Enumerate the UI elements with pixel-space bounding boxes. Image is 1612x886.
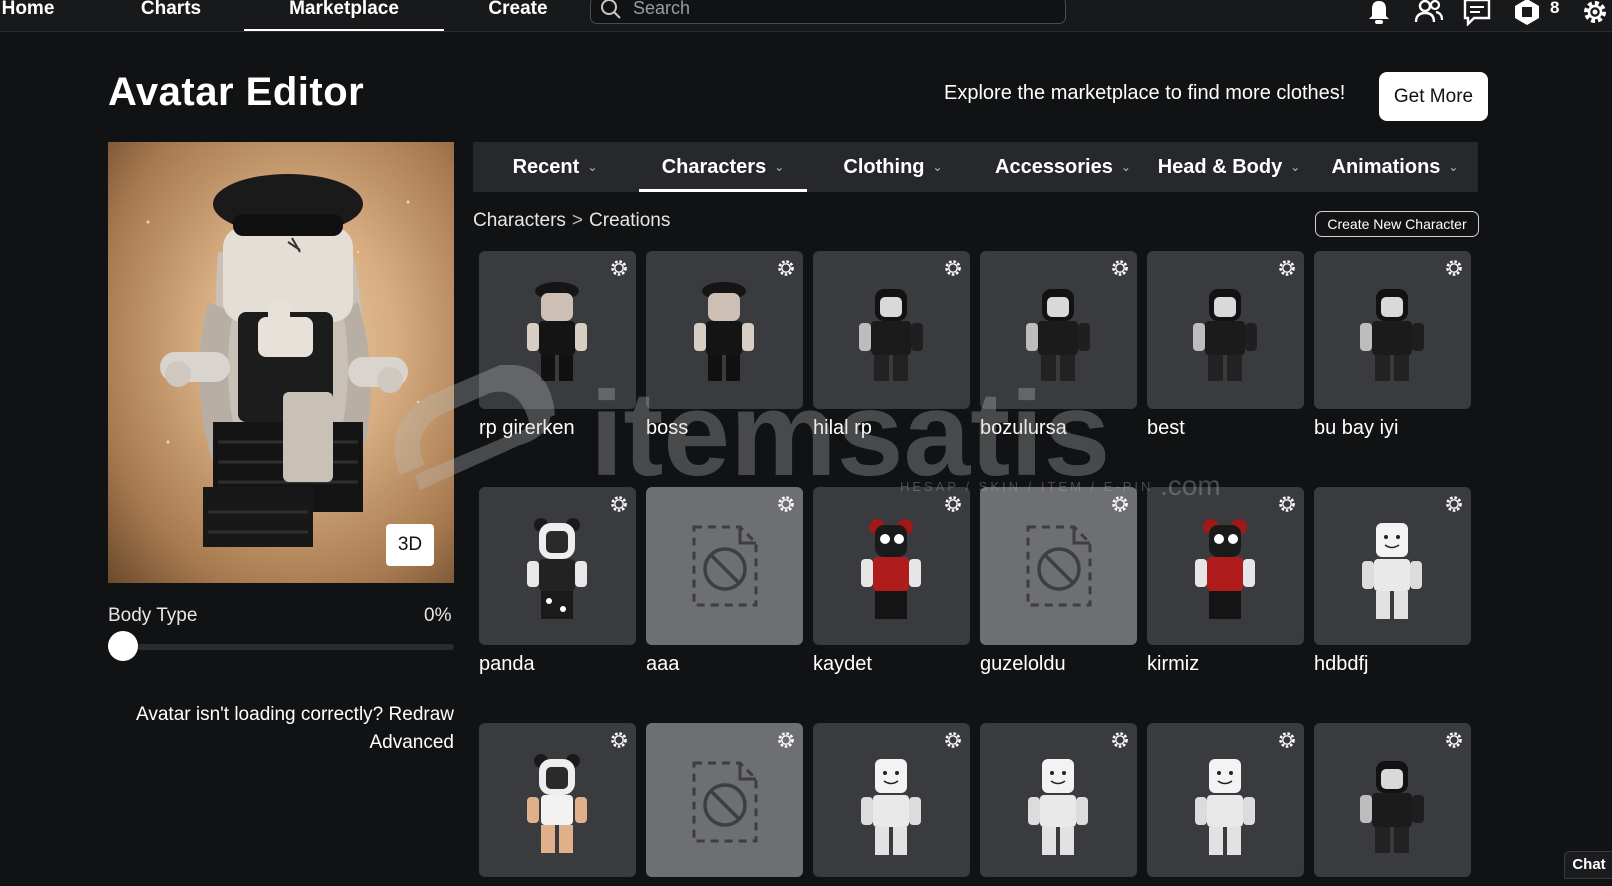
character-name[interactable]: hilal rp: [813, 417, 872, 440]
gear-icon[interactable]: [610, 495, 628, 513]
tab-label: Accessories: [995, 156, 1113, 178]
tab-accessories[interactable]: Accessories ⌄: [995, 142, 1131, 192]
friends-icon[interactable]: [1414, 0, 1444, 26]
character-card[interactable]: [646, 251, 803, 409]
body-type-slider-handle[interactable]: [108, 631, 138, 661]
get-more-button[interactable]: Get More: [1379, 72, 1488, 121]
nav-create[interactable]: Create: [484, 0, 552, 31]
robux-balance: 8: [1550, 0, 1560, 17]
search-icon: [601, 0, 621, 19]
character-name[interactable]: kirmiz: [1147, 653, 1199, 676]
gear-icon[interactable]: [1111, 731, 1129, 749]
gear-icon[interactable]: [1278, 731, 1296, 749]
gear-icon[interactable]: [777, 731, 795, 749]
avatar-preview[interactable]: [108, 142, 454, 583]
character-card[interactable]: [980, 251, 1137, 409]
gear-icon[interactable]: [1445, 495, 1463, 513]
character-card[interactable]: [813, 487, 970, 645]
page-title: Avatar Editor: [108, 70, 365, 114]
gear-icon[interactable]: [944, 259, 962, 277]
character-name[interactable]: guzeloldu: [980, 653, 1066, 676]
tab-animations[interactable]: Animations ⌄: [1330, 142, 1460, 192]
gear-icon[interactable]: [610, 259, 628, 277]
tab-clothing[interactable]: Clothing ⌄: [843, 142, 943, 192]
character-name[interactable]: rp girerken: [479, 417, 575, 440]
messages-icon[interactable]: [1462, 0, 1492, 26]
character-card[interactable]: [1147, 251, 1304, 409]
character-card[interactable]: [813, 251, 970, 409]
avatar-figure: [146, 174, 420, 547]
character-card[interactable]: [479, 487, 636, 645]
character-name[interactable]: kaydet: [813, 653, 872, 676]
character-card[interactable]: [1314, 487, 1471, 645]
tab-label: Animations: [1331, 156, 1441, 178]
nav-home[interactable]: Home: [0, 0, 56, 31]
character-card[interactable]: [479, 723, 636, 877]
create-new-character-button[interactable]: Create New Character: [1315, 211, 1479, 237]
body-type-slider-track[interactable]: [108, 644, 454, 650]
gear-icon[interactable]: [1111, 259, 1129, 277]
gear-icon[interactable]: [777, 495, 795, 513]
chevron-down-icon: ⌄: [932, 160, 943, 174]
character-card[interactable]: [1314, 251, 1471, 409]
view-3d-toggle[interactable]: 3D: [386, 524, 434, 566]
gear-icon[interactable]: [1445, 259, 1463, 277]
character-card[interactable]: [646, 723, 803, 877]
chevron-down-icon: ⌄: [1448, 160, 1459, 174]
chevron-down-icon: ⌄: [587, 160, 598, 174]
tab-head-body[interactable]: Head & Body ⌄: [1156, 142, 1302, 192]
top-navigation: Home Charts Marketplace Create Search 8: [0, 0, 1612, 32]
gear-icon[interactable]: [777, 259, 795, 277]
breadcrumb-parent[interactable]: Characters: [473, 210, 566, 231]
character-card[interactable]: [1314, 723, 1471, 877]
tab-label: Clothing: [843, 156, 925, 178]
body-type-value: 0%: [424, 605, 452, 626]
nav-marketplace[interactable]: Marketplace: [244, 0, 444, 31]
breadcrumb: Characters > Creations: [473, 210, 670, 232]
character-card[interactable]: [1147, 723, 1304, 877]
redraw-help-text[interactable]: Avatar isn't loading correctly? Redraw: [108, 704, 454, 726]
tab-recent[interactable]: Recent ⌄: [510, 142, 600, 192]
tab-characters[interactable]: Characters ⌄: [639, 142, 807, 192]
gear-icon[interactable]: [610, 731, 628, 749]
breadcrumb-separator: >: [571, 210, 584, 231]
nav-charts[interactable]: Charts: [138, 0, 204, 31]
breadcrumb-current: Creations: [589, 210, 671, 231]
chevron-down-icon: ⌄: [1120, 160, 1131, 174]
tab-label: Characters: [661, 156, 767, 178]
gear-icon[interactable]: [1445, 731, 1463, 749]
search-input[interactable]: Search: [590, 0, 1066, 24]
tab-label: Recent: [512, 156, 580, 178]
chevron-down-icon: ⌄: [774, 160, 785, 174]
character-name[interactable]: panda: [479, 653, 535, 676]
character-card[interactable]: [980, 723, 1137, 877]
character-name[interactable]: boss: [646, 417, 688, 440]
chat-button[interactable]: Chat: [1564, 851, 1612, 879]
character-card[interactable]: [646, 487, 803, 645]
body-type-label: Body Type: [108, 605, 198, 626]
character-name[interactable]: bu bay iyi: [1314, 417, 1399, 440]
gear-icon[interactable]: [1278, 495, 1296, 513]
gear-icon[interactable]: [1278, 259, 1296, 277]
robux-icon[interactable]: [1512, 0, 1542, 26]
character-name[interactable]: hdbdfj: [1314, 653, 1369, 676]
character-name[interactable]: best: [1147, 417, 1185, 440]
character-name[interactable]: aaa: [646, 653, 679, 676]
chevron-down-icon: ⌄: [1290, 160, 1301, 174]
gear-icon[interactable]: [1111, 495, 1129, 513]
character-name[interactable]: bozulursa: [980, 417, 1067, 440]
settings-gear-icon[interactable]: [1580, 0, 1610, 26]
gear-icon[interactable]: [944, 495, 962, 513]
character-card[interactable]: [980, 487, 1137, 645]
advanced-link[interactable]: Advanced: [108, 732, 454, 754]
character-card[interactable]: [479, 251, 636, 409]
character-card[interactable]: [813, 723, 970, 877]
search-placeholder: Search: [633, 0, 691, 18]
tab-label: Head & Body: [1157, 156, 1283, 178]
gear-icon[interactable]: [944, 731, 962, 749]
character-card[interactable]: [1147, 487, 1304, 645]
notification-bell-icon[interactable]: [1364, 0, 1394, 26]
category-tabs: Recent ⌄ Characters ⌄ Clothing ⌄ Accessorie…: [473, 142, 1478, 192]
marketplace-promo-text: Explore the marketplace to find more clo…: [944, 82, 1346, 104]
